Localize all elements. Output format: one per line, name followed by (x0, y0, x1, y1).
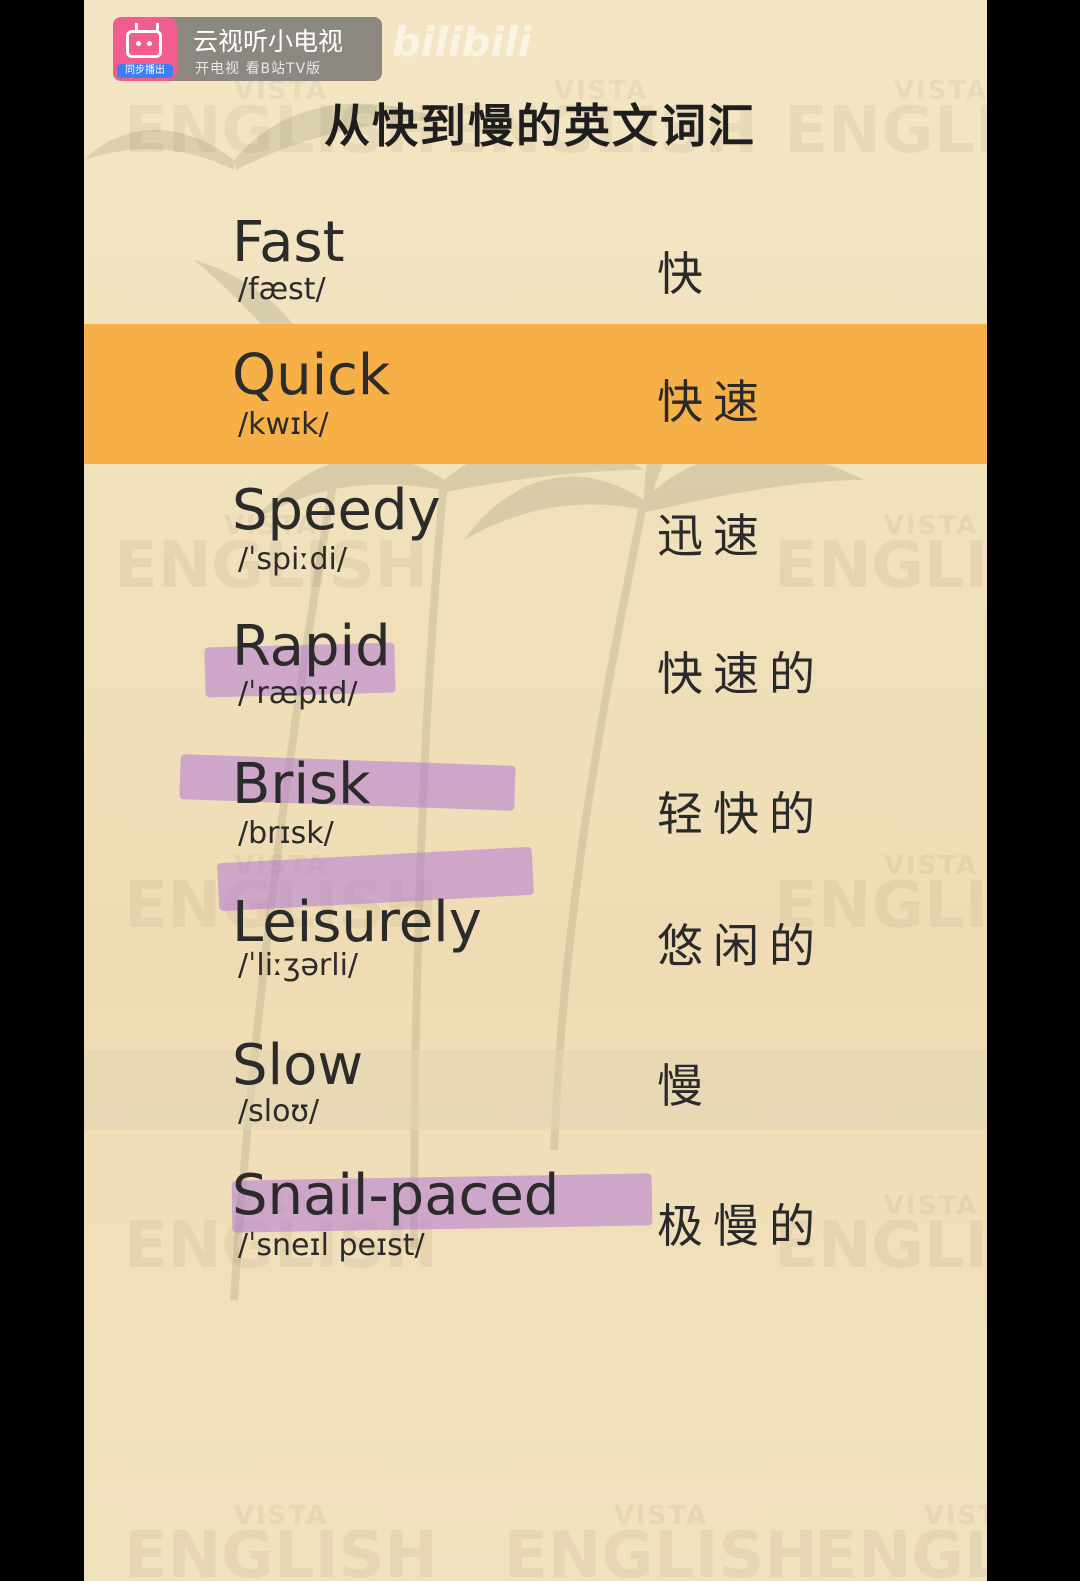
phonetic: /ˈliːʒərli/ (238, 948, 359, 983)
phonetic: /kwɪk/ (238, 407, 329, 442)
chinese-meaning: 迅速 (657, 509, 769, 563)
chinese-meaning: 慢 (657, 1059, 713, 1113)
phonetic: /ˈspiːdi/ (238, 542, 347, 577)
phonetic: /ˈræpɪd/ (238, 676, 358, 711)
app-name: 云视听小电视 (193, 27, 344, 56)
phonetic: /ˈsneɪl peɪst/ (238, 1228, 425, 1263)
vista-english-watermark: VISTAENGLISH (504, 1501, 819, 1581)
english-word: Leisurely (232, 890, 482, 955)
chinese-meaning: 快速 (657, 375, 769, 429)
highlight-row-quick (84, 324, 987, 464)
bilibili-watermark: bilibili (392, 20, 532, 66)
english-word: Slow (232, 1033, 364, 1098)
phonetic: /brɪsk/ (238, 816, 334, 851)
english-word: Snail-paced (232, 1163, 560, 1228)
english-word: Rapid (232, 614, 391, 679)
chinese-meaning: 快 (657, 247, 713, 301)
vista-english-watermark: VISTAENGLISH (814, 1501, 987, 1581)
vista-english-watermark: VISTAENGLISH (774, 511, 987, 604)
english-word: Speedy (232, 478, 441, 543)
chinese-meaning: 悠闲的 (657, 919, 825, 973)
page-title: 从快到慢的英文词汇 (324, 99, 756, 153)
phonetic: /sloʊ/ (238, 1094, 320, 1129)
sync-label: 同步播出 (117, 64, 173, 78)
app-subtitle: 开电视 看B站TV版 (195, 61, 322, 77)
bilibili-tv-icon: 同步播出 (113, 17, 177, 81)
english-word: Fast (232, 210, 345, 275)
tv-app-badge[interactable]: 同步播出 云视听小电视 开电视 看B站TV版 (113, 17, 382, 81)
vista-english-watermark: VISTAENGLISH (124, 1501, 439, 1581)
chinese-meaning: 极慢的 (657, 1199, 825, 1253)
chinese-meaning: 轻快的 (657, 787, 825, 841)
chinese-meaning: 快速的 (657, 647, 825, 701)
english-word: Quick (232, 343, 391, 408)
phonetic: /fæst/ (238, 272, 326, 307)
english-word: Brisk (232, 752, 371, 817)
